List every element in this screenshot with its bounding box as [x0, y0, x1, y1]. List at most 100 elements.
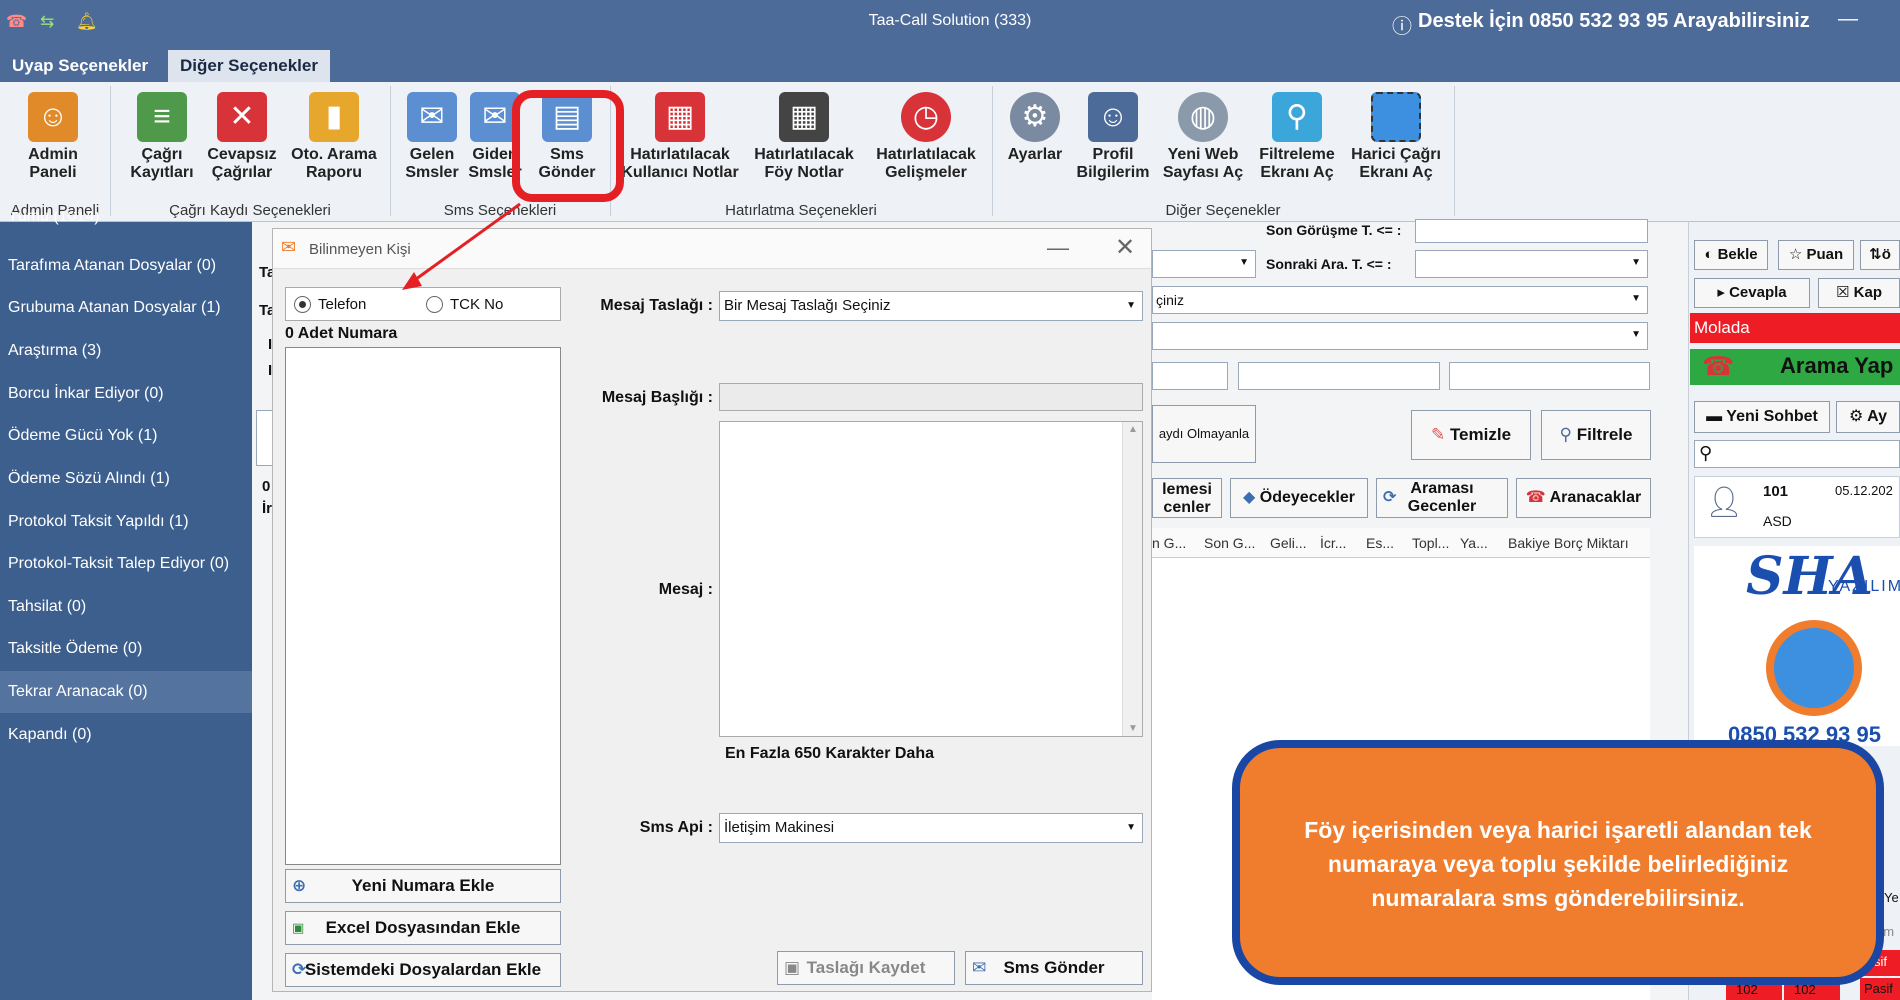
subject-field[interactable] — [719, 383, 1143, 411]
close-icon[interactable]: ✕ — [1115, 233, 1135, 262]
bg-select[interactable]: çiniz ▼ — [1152, 286, 1648, 314]
bg-input-2[interactable] — [1238, 362, 1440, 390]
sidebar-item-denies-debt[interactable]: Borcu İnkar Ediyor (0) — [0, 373, 252, 415]
scroll-up-icon[interactable]: ▲ — [1128, 424, 1138, 435]
save-template-button[interactable]: ▣ Taslağı Kaydet — [777, 951, 955, 985]
sort-icon: ⇅ — [1869, 246, 1882, 263]
tab-partial[interactable]: lemesi cenler — [1152, 478, 1222, 518]
bg-combo[interactable]: ▼ — [1152, 250, 1256, 278]
minimize-icon[interactable]: — — [1047, 235, 1069, 261]
scroll-down-icon[interactable]: ▼ — [1128, 723, 1138, 734]
phone-radio-label[interactable]: Telefon — [318, 296, 366, 313]
grid-col[interactable]: Bakiye Borç Miktarı — [1508, 535, 1629, 551]
sidebar-item-installment-payment[interactable]: Taksitle Ödeme (0) — [0, 628, 252, 670]
phone-radio[interactable] — [294, 296, 311, 313]
search-type-group: Telefon TCK No — [285, 287, 561, 321]
save-icon: ▣ — [784, 958, 801, 977]
new-chat-button[interactable]: ▬ Yeni Sohbet — [1694, 401, 1830, 433]
dialog-title: Bilinmeyen Kişi — [309, 241, 411, 258]
template-select[interactable]: Bir Mesaj Taslağı Seçiniz ▼ — [719, 291, 1143, 321]
make-call-button[interactable]: ☎ Arama Yap — [1690, 349, 1900, 385]
hangup-button[interactable]: ☒ Kap — [1818, 278, 1900, 308]
scrollbar[interactable]: ▲ ▼ — [1122, 422, 1142, 736]
tab-diger-secenekler[interactable]: Diğer Seçenekler — [168, 50, 330, 82]
next-call-date-field[interactable]: ▼ — [1415, 250, 1648, 278]
add-number-button[interactable]: ⊕ Yeni Numara Ekle — [285, 869, 561, 903]
auto-call-report-button[interactable]: ▮ Oto. Arama Raporu — [286, 92, 382, 182]
bg-label: İr — [262, 500, 273, 517]
bg-select-2[interactable]: ▼ — [1152, 322, 1648, 350]
alarm-clock-icon: ◷ — [901, 92, 951, 142]
new-web-page-button[interactable]: ◍ Yeni Web Sayfası Aç — [1156, 92, 1250, 182]
unregistered-filter-button[interactable]: aydı Olmayanla — [1152, 405, 1256, 463]
sidebar-item-assigned-to-group[interactable]: Grubuma Atanan Dosyalar (1) — [0, 287, 252, 329]
sidebar-item-protocol-installment[interactable]: Protokol Taksit Yapıldı (1) — [0, 501, 252, 543]
sidebar-item-assigned-to-me[interactable]: Tarafıma Atanan Dosyalar (0) — [0, 245, 252, 287]
reminder-developments-button[interactable]: ◷ Hatırlatılacak Gelişmeler — [868, 92, 984, 182]
to-call-tab[interactable]: ☎ Aranacaklar — [1516, 478, 1651, 518]
profile-button[interactable]: ☺ Profil Bilgilerim — [1074, 92, 1152, 182]
rate-button[interactable]: ☆ Puan — [1778, 240, 1854, 270]
sidebar-item-call-again[interactable]: Tekrar Aranacak (0) — [0, 671, 252, 713]
status-cell: Pasif — [1860, 978, 1900, 1000]
number-list[interactable] — [285, 347, 561, 865]
call-records-button[interactable]: ≡ Çağrı Kayıtları — [126, 92, 198, 182]
grid-col[interactable]: İcr... — [1320, 535, 1346, 551]
missed-calls-button[interactable]: ✕ Cevapsız Çağrılar — [204, 92, 280, 182]
globe-icon: ◍ — [1178, 92, 1228, 142]
send-sms-dialog-button[interactable]: ✉ Sms Gönder — [965, 951, 1143, 985]
settings-button[interactable]: ⚙ Ayarlar — [1000, 92, 1070, 164]
add-excel-button[interactable]: ▣ Excel Dosyasından Ekle — [285, 911, 561, 945]
grid-col[interactable]: Es... — [1366, 535, 1394, 551]
bottom-text: Ye — [1884, 890, 1899, 905]
admin-panel-button[interactable]: ☺ Admin Paneli — [14, 92, 92, 182]
filter-screen-button[interactable]: ⚲ Filtreleme Ekranı Aç — [1252, 92, 1342, 182]
sidebar-item-protocol-request[interactable]: Protokol-Taksit Talep Ediyor (0) — [0, 543, 252, 585]
filter-button[interactable]: ⚲ Filtrele — [1541, 410, 1651, 460]
pause-icon: ◐ — [1704, 246, 1718, 263]
calendar-clock-icon: ▦ — [779, 92, 829, 142]
clear-button[interactable]: ✎ Temizle — [1411, 410, 1531, 460]
grid-col[interactable]: Topl... — [1412, 535, 1449, 551]
number-count: 0 Adet Numara — [285, 325, 398, 342]
answer-button[interactable]: ▸ Cevapla — [1694, 278, 1810, 308]
message-textarea[interactable]: ▲ ▼ — [719, 421, 1143, 737]
add-from-system-button[interactable]: ⟳ Sistemdeki Dosyalardan Ekle — [285, 953, 561, 987]
sidebar-item-closed[interactable]: Kapandı (0) — [0, 714, 252, 756]
sidebar-item-collection[interactable]: Tahsilat (0) — [0, 586, 252, 628]
settings-chat-button[interactable]: ⚙ Ay — [1836, 401, 1900, 433]
reminder-foy-notes-button[interactable]: ▦ Hatırlatılacak Föy Notlar — [746, 92, 862, 182]
tck-radio[interactable] — [426, 296, 443, 313]
incoming-sms-button[interactable]: ✉ Gelen Smsler — [402, 92, 462, 182]
grid-col[interactable]: Ya... — [1460, 535, 1488, 551]
will-pay-tab[interactable]: ◆ Ödeyecekler — [1230, 478, 1368, 518]
missed-calls-tab[interactable]: ⟳ Araması Gecenler — [1376, 478, 1508, 518]
sidebar-item-payment-promise[interactable]: Ödeme Sözü Alındı (1) — [0, 458, 252, 500]
phone-icon: ☎ — [1525, 489, 1550, 506]
external-call-screen-button[interactable]: Harici Çağrı Ekranı Aç — [1346, 92, 1446, 182]
last-call-date-field[interactable] — [1415, 219, 1648, 243]
grid-col[interactable]: Son G... — [1204, 535, 1255, 551]
ribbon-tab-bar: Uyap Seçenekler Diğer Seçenekler — [0, 42, 1900, 82]
contact-card[interactable]: 👤︎ 101 05.12.202 ASD — [1694, 476, 1900, 538]
api-select[interactable]: İletişim Makinesi ▼ — [719, 813, 1143, 843]
bg-input-3[interactable] — [1449, 362, 1650, 390]
bg-input-1[interactable] — [1152, 362, 1228, 390]
minimize-button[interactable]: — — [1838, 8, 1858, 31]
contact-search-input[interactable]: ⚲ — [1694, 440, 1900, 468]
last-call-label: Son Görüşme T. <= : — [1266, 222, 1402, 238]
sidebar-item-research[interactable]: Araştırma (3) — [0, 330, 252, 372]
reminder-user-notes-button[interactable]: ▦ Hatırlatılacak Kullanıcı Notlar — [620, 92, 740, 182]
tab-uyap-secenekler[interactable]: Uyap Seçenekler — [0, 50, 160, 82]
sort-button[interactable]: ⇅ö — [1860, 240, 1900, 270]
sidebar-item-no-payment-power[interactable]: Ödeme Gücü Yok (1) — [0, 415, 252, 457]
grid-col[interactable]: Geli... — [1270, 535, 1307, 551]
sidebar-item-all[interactable]: Tümü (1014) — [0, 212, 252, 226]
filter-icon: ⚲ — [1559, 425, 1577, 444]
next-call-label: Sonraki Ara. T. <= : — [1266, 256, 1392, 272]
wait-button[interactable]: ◐ Bekle — [1694, 240, 1768, 270]
group-label: Sms Seçenekleri — [443, 202, 557, 219]
grid-col[interactable]: n G... — [1152, 535, 1186, 551]
sms-dialog: ✉ Bilinmeyen Kişi — ✕ Telefon TCK No 0 A… — [272, 228, 1152, 992]
tck-radio-label[interactable]: TCK No — [450, 296, 503, 313]
